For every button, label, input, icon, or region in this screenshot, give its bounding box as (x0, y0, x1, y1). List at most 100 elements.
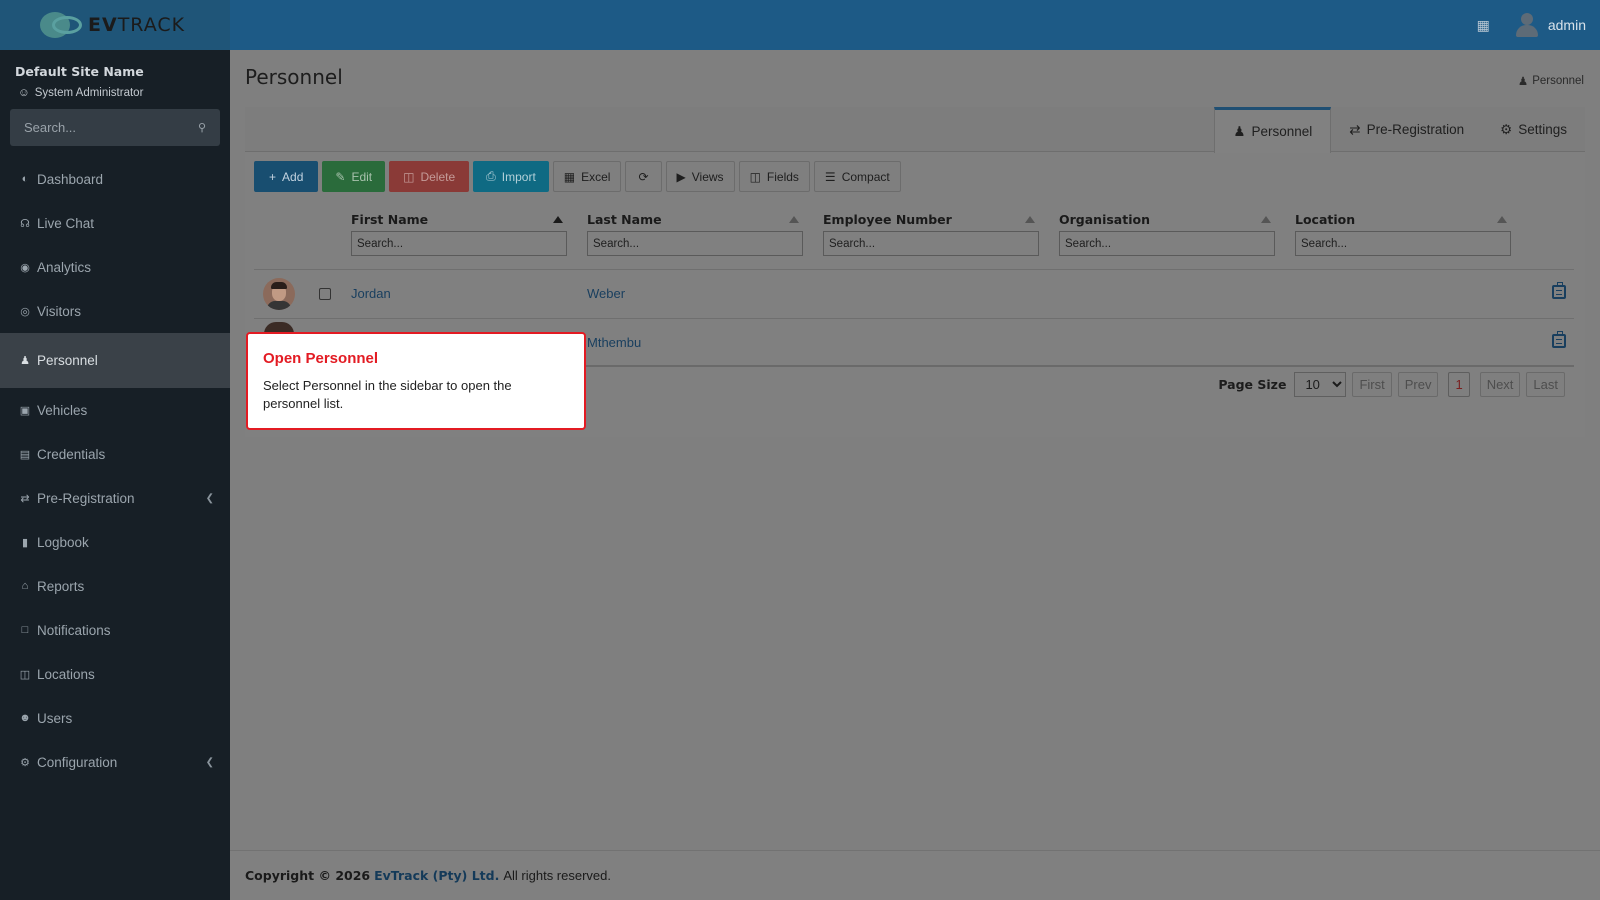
tab-pre-registration[interactable]: ⇄ Pre-Registration (1331, 107, 1482, 152)
sidebar-item-logbook[interactable]: ▮ Logbook (0, 520, 230, 564)
sidebar-search-input[interactable] (24, 120, 174, 135)
compact-button-label: Compact (841, 169, 890, 184)
sidebar-item-label: Dashboard (37, 171, 104, 187)
rights-text: All rights reserved. (503, 868, 611, 883)
last-page-button[interactable]: Last (1526, 372, 1565, 397)
sidebar-item-label: Reports (37, 578, 85, 594)
grid-toolbar: + Add ✎ Edit ◫ Delete ⎙ Import ▦ Excel ⟳ ▶ Vie… (254, 161, 901, 192)
bookmark-icon: ▶ (676, 169, 686, 184)
sidebar-item-configuration[interactable]: ⚙ Configuration ❮ (0, 740, 230, 784)
sort-icon[interactable] (789, 215, 799, 223)
tutorial-callout: Open Personnel Select Personnel in the s… (246, 332, 586, 430)
top-header: EVTRACK ▦ admin (0, 0, 1600, 50)
id-badge-icon[interactable] (1552, 331, 1566, 348)
sidebar-item-reports[interactable]: ⌂ Reports (0, 564, 230, 608)
eye-icon: ◎ (20, 305, 30, 318)
sidebar-item-credentials[interactable]: ▤ Credentials (0, 432, 230, 476)
tab-bar: ♟ Personnel ⇄ Pre-Registration ⚙ Settings (245, 107, 1585, 153)
refresh-button[interactable]: ⟳ (625, 161, 662, 192)
users-icon: ☻ (19, 712, 31, 724)
page-size-label: Page Size (1218, 377, 1287, 392)
id-badge-icon[interactable] (1552, 282, 1566, 299)
user-tie-icon: ♟ (1233, 123, 1246, 139)
location-filter-input[interactable] (1295, 231, 1511, 256)
exchange-icon: ⇄ (1349, 121, 1361, 137)
first-page-button[interactable]: First (1352, 372, 1392, 397)
table-icon: ▦ (563, 169, 576, 184)
sidebar-item-notifications[interactable]: □ Notifications (0, 608, 230, 652)
current-page-button[interactable]: 1 (1448, 372, 1470, 397)
sidebar-item-locations[interactable]: ◫ Locations (0, 652, 230, 696)
column-header-label[interactable]: Last Name (587, 212, 662, 227)
site-name: Default Site Name (15, 64, 144, 79)
chevron-left-icon: ❮ (205, 756, 214, 768)
sidebar-item-label: Locations (37, 666, 95, 682)
sidebar-item-pre-registration[interactable]: ⇄ Pre-Registration ❮ (0, 476, 230, 520)
sort-icon[interactable] (1261, 215, 1271, 223)
sidebar-item-label: Pre-Registration (37, 490, 135, 506)
avatar (263, 278, 295, 310)
sidebar-item-dashboard[interactable]: ◐ Dashboard (0, 157, 230, 201)
company-link[interactable]: EvTrack (Pty) Ltd. (374, 868, 499, 883)
trash-icon: ◫ (403, 169, 415, 184)
building-icon[interactable]: ▦ (1477, 17, 1490, 34)
sidebar-item-analytics[interactable]: ◉ Analytics (0, 245, 230, 289)
excel-button[interactable]: ▦ Excel (552, 161, 622, 192)
column-header-label[interactable]: Organisation (1059, 212, 1150, 227)
sort-asc-icon[interactable] (553, 215, 563, 223)
tab-personnel[interactable]: ♟ Personnel (1214, 107, 1332, 153)
sidebar: Default Site Name ☺ System Administrator… (0, 50, 236, 900)
column-header-label[interactable]: Employee Number (823, 212, 952, 227)
breadcrumb-item[interactable]: Personnel (1532, 75, 1584, 87)
sidebar-item-label: Visitors (37, 303, 82, 319)
edit-button[interactable]: ✎ Edit (322, 161, 386, 192)
table-row[interactable]: Jordan Weber (254, 269, 1574, 318)
book-icon: ▮ (21, 536, 29, 549)
delete-button-label: Delete (420, 169, 456, 184)
import-button[interactable]: ⎙ Import (473, 161, 549, 192)
delete-button[interactable]: ◫ Delete (389, 161, 470, 192)
user-menu[interactable]: admin (1515, 13, 1586, 37)
tab-label: Settings (1518, 122, 1567, 137)
user-avatar-icon (1515, 13, 1538, 37)
last-name-filter-input[interactable] (587, 231, 803, 256)
pencil-icon: ✎ (335, 169, 346, 184)
logo-text: EVTRACK (88, 14, 186, 36)
user-role: ☺ System Administrator (15, 87, 215, 99)
sidebar-item-personnel[interactable]: ♟ Personnel (0, 333, 236, 388)
sidebar-item-visitors[interactable]: ◎ Visitors (0, 289, 230, 333)
chart-icon: ⌂ (21, 580, 29, 592)
sidebar-item-label: Vehicles (37, 402, 88, 418)
first-name-filter-input[interactable] (351, 231, 567, 256)
compact-button[interactable]: ☰ Compact (813, 161, 901, 192)
app-logo[interactable]: EVTRACK (0, 0, 230, 50)
search-icon[interactable]: ⚲ (198, 121, 206, 134)
prev-page-button[interactable]: Prev (1397, 372, 1439, 397)
last-name-cell[interactable]: Weber (587, 286, 625, 301)
first-name-cell[interactable]: Jordan (351, 286, 391, 301)
sidebar-item-vehicles[interactable]: ▣ Vehicles (0, 388, 230, 432)
pagination: Page Size 10 First Prev 1 Next Last (1218, 372, 1565, 397)
tab-settings[interactable]: ⚙ Settings (1482, 107, 1585, 152)
sidebar-item-live-chat[interactable]: ☊ Live Chat (0, 201, 230, 245)
next-page-button[interactable]: Next (1479, 372, 1521, 397)
row-checkbox[interactable] (319, 288, 331, 300)
sort-icon[interactable] (1497, 215, 1507, 223)
fields-button[interactable]: ◫ Fields (738, 161, 810, 192)
last-name-cell[interactable]: Mthembu (587, 335, 641, 350)
breadcrumb: ♟ Personnel (1518, 74, 1584, 88)
column-header-label[interactable]: First Name (351, 212, 428, 227)
page-title: Personnel (245, 65, 343, 89)
views-button[interactable]: ▶ Views (665, 161, 735, 192)
organisation-filter-input[interactable] (1059, 231, 1275, 256)
target-icon: ◉ (20, 261, 30, 274)
sort-icon[interactable] (1025, 215, 1035, 223)
column-header-label[interactable]: Location (1295, 212, 1355, 227)
page-size-select[interactable]: 10 (1294, 372, 1347, 397)
sidebar-item-label: Live Chat (37, 215, 95, 231)
copyright-text: Copyright © 2026 (245, 868, 371, 883)
edit-button-label: Edit (351, 169, 373, 184)
employee-number-filter-input[interactable] (823, 231, 1039, 256)
sidebar-item-users[interactable]: ☻ Users (0, 696, 230, 740)
add-button[interactable]: + Add (254, 161, 319, 192)
